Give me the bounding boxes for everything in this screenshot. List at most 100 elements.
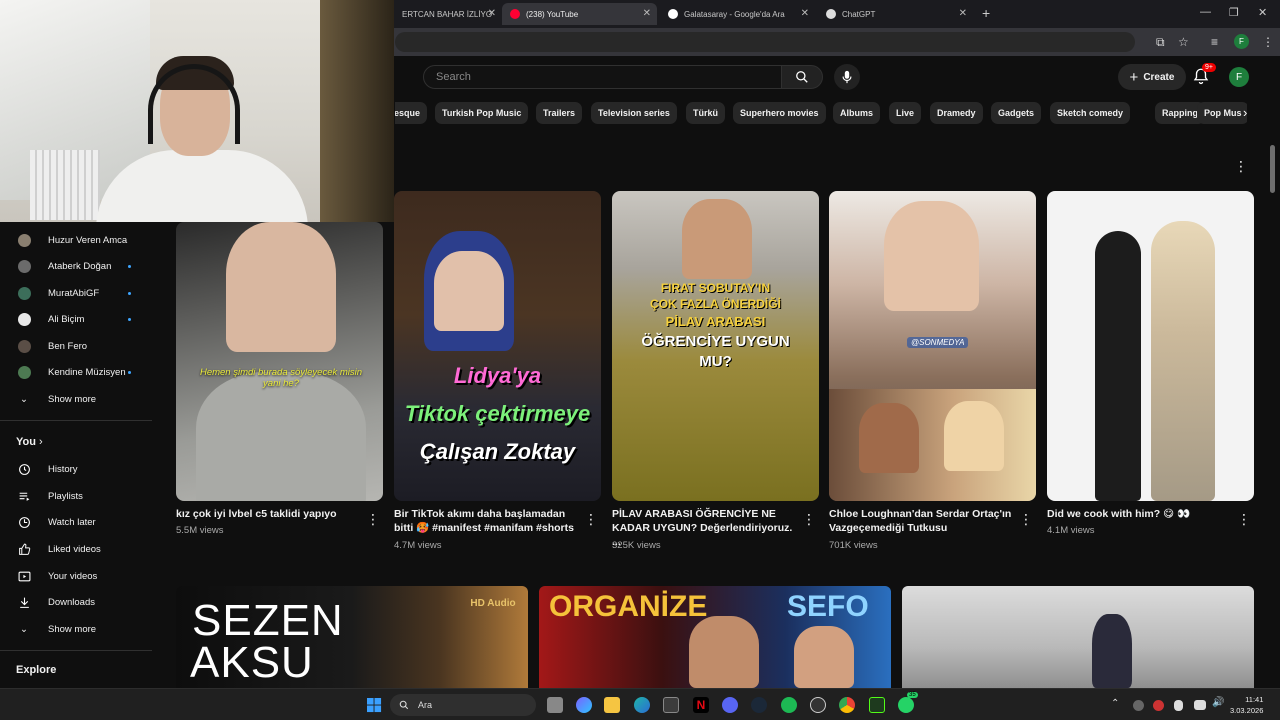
discord-icon[interactable] [722,697,738,713]
chip[interactable]: Gadgets [991,102,1042,124]
more-options-icon[interactable]: ⋮ [584,511,598,528]
page-scrollbar[interactable] [1270,145,1275,193]
steam-icon[interactable] [751,697,767,713]
chip[interactable]: Trailers [536,102,583,124]
browser-menu-icon[interactable]: ⋮ [1262,35,1274,49]
new-tab-button[interactable]: + [982,5,990,21]
bookmark-star-icon[interactable]: ☆ [1178,35,1189,49]
video-thumbnail[interactable]: SEZEN AKSU HD Audio [176,586,528,688]
kick-icon[interactable] [869,697,885,713]
thumb-figure [1095,231,1141,501]
restore-icon[interactable]: ❐ [1229,6,1239,19]
taskbar-search-placeholder: Ara [418,700,433,710]
browser-profile-avatar[interactable]: F [1234,34,1249,49]
chip[interactable]: Sketch comedy [1050,102,1131,124]
address-bar[interactable] [395,32,1135,52]
chip[interactable]: Dramedy [930,102,983,124]
windows-start-icon[interactable] [367,698,382,713]
tray-app-icon[interactable] [1153,700,1164,711]
microphone-tray-icon[interactable] [1174,700,1183,711]
thumb-word: SEFO [787,590,869,623]
create-button[interactable]: + Create [1118,64,1186,90]
short-title[interactable]: Bir TikTok akımı daha başlamadan bitti 🥵… [394,507,579,535]
you-section-heading[interactable]: You › [16,436,43,448]
more-options-icon[interactable]: ⋮ [1237,511,1251,528]
sidebar-item-downloads[interactable]: Downloads [0,591,152,613]
channel-avatar [17,259,31,273]
search-input[interactable]: Search [423,65,782,89]
task-view-icon[interactable] [547,697,563,713]
explore-heading: Explore [16,664,57,676]
show-more-subscriptions[interactable]: ⌄ Show more [0,388,152,410]
close-tab-icon[interactable]: ✕ [643,8,651,19]
short-title[interactable]: Chloe Loughnan'dan Serdar Ortaç'ın Vazge… [829,507,1014,535]
edge-browser-icon[interactable] [634,697,650,713]
sidebar-item-your-videos[interactable]: Your videos [0,565,152,587]
taskbar-clock[interactable]: 11:41 3.03.2026 [1230,694,1263,716]
close-tab-icon[interactable]: ✕ [488,8,496,19]
short-thumbnail[interactable]: Lidya'ya Tiktok çektirmeye Çalışan Zokta… [394,191,601,501]
more-options-icon[interactable]: ⋮ [1019,511,1033,528]
sidebar-subscription[interactable]: Ben Fero [0,335,152,357]
sidebar-subscription[interactable]: MuratAbiGF [0,282,152,304]
netflix-icon[interactable]: N [693,697,709,713]
short-title[interactable]: Did we cook with him? 😋 👀 [1047,507,1232,521]
shelf-more-icon[interactable]: ⋮ [1234,158,1248,175]
more-options-icon[interactable]: ⋮ [366,511,380,528]
taskbar-search-input[interactable]: Ara [390,694,536,716]
install-app-icon[interactable]: ⧉ [1156,35,1165,50]
chip[interactable]: esque [395,102,428,124]
sidebar-item-watch-later[interactable]: Watch later [0,511,152,533]
reading-list-icon[interactable]: ≡ [1211,35,1218,49]
sidebar-item-playlists[interactable]: Playlists [0,485,152,507]
tray-app-icon[interactable] [1133,700,1144,711]
short-title[interactable]: kız çok iyi lvbel c5 taklidi yapıyo [176,507,361,521]
chip[interactable]: Pop Mus [1197,102,1247,124]
browser-tab-youtube[interactable]: (238) YouTube ✕ [502,3,657,25]
window-close-icon[interactable]: ✕ [1258,6,1267,19]
minimize-icon[interactable]: — [1200,6,1211,18]
video-thumbnail[interactable] [902,586,1254,688]
sidebar-subscription[interactable]: Ali Biçim [0,308,152,330]
microsoft-store-icon[interactable] [663,697,679,713]
sidebar-subscription[interactable]: Kendine Müzisyen [0,361,152,383]
chrome-icon[interactable] [839,697,855,713]
watch-later-icon [17,515,31,529]
short-thumbnail[interactable]: @SONMEDYA [829,191,1036,501]
sidebar-item-liked-videos[interactable]: Liked videos [0,538,152,560]
sidebar-subscription[interactable]: Huzur Veren Amca [0,229,152,251]
file-explorer-icon[interactable] [604,697,620,713]
chip[interactable]: Turkish Pop Music [435,102,529,124]
search-button[interactable] [781,65,823,89]
display-tray-icon[interactable] [1194,700,1206,710]
account-avatar[interactable]: F [1229,67,1249,87]
browser-tab-chatgpt[interactable]: ChatGPT ✕ [818,3,973,25]
browser-tab-google[interactable]: Galatasaray - Google'da Ara ✕ [660,3,815,25]
short-thumbnail[interactable] [1047,191,1254,501]
voice-search-button[interactable] [834,64,860,90]
chevron-down-icon: ⌄ [20,623,28,635]
short-thumbnail[interactable]: FIRAT SOBUTAY'IN ÇOK FAZLA ÖNERDİĞİ PİLA… [612,191,819,501]
sidebar-item-history[interactable]: History [0,458,152,480]
whatsapp-icon[interactable] [898,697,914,713]
show-more-you[interactable]: ⌄ Show more [0,618,152,640]
chip[interactable]: Superhero movies [733,102,826,124]
spotify-icon[interactable] [781,697,797,713]
chips-next-arrow-icon[interactable]: › [1243,105,1247,120]
sidebar-subscription[interactable]: Ataberk Doğan [0,255,152,277]
chip[interactable]: Albums [833,102,881,124]
short-thumbnail[interactable]: Hemen şimdi burada söyleyecek misin yani… [176,222,383,501]
close-tab-icon[interactable]: ✕ [801,8,809,19]
more-options-icon[interactable]: ⋮ [802,511,816,528]
browser-tab-1[interactable]: ERTCAN BAHAR İZLİYO ✕ [394,3,502,25]
copilot-icon[interactable] [576,697,592,713]
chip[interactable]: Television series [591,102,677,124]
volume-icon[interactable]: 🔊 [1212,697,1224,708]
video-thumbnail[interactable]: ORGANİZE SEFO [539,586,891,688]
chip[interactable]: Live [889,102,922,124]
tray-expand-icon[interactable]: ⌃ [1111,698,1119,709]
obs-icon[interactable] [810,697,826,713]
channel-avatar [17,286,31,300]
chip[interactable]: Türkü [686,102,726,124]
close-tab-icon[interactable]: ✕ [959,8,967,19]
